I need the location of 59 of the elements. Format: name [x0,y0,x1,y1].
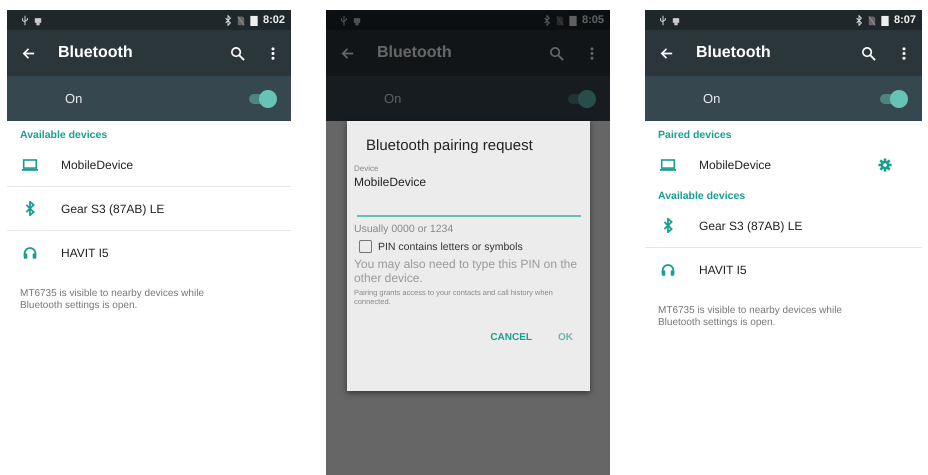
back-icon[interactable] [659,46,674,60]
pin-hint: Usually 0000 or 1234 [354,223,454,235]
device-name: MobileDevice [61,158,134,172]
headphones-icon [659,262,677,277]
settings-icon[interactable] [878,158,892,172]
search-icon[interactable] [861,46,876,60]
toggle-label: On [703,91,722,106]
visibility-note: MT6735 is visible to nearby devices while Bluetooth settings is open. [658,305,843,329]
clock: 8:02 [262,14,285,26]
bluetooth-icon [854,14,863,26]
device-name: Gear S3 (87AB) LE [699,218,804,232]
visibility-note: MT6735 is visible to nearby devices while Bluetooth settings is open. [20,288,205,312]
more-options-icon[interactable] [271,46,275,60]
search-icon[interactable] [230,46,245,60]
device-name: MobileDevice [699,158,772,172]
section-header: Paired devices [657,128,733,143]
toggle-label: On [384,91,402,106]
device-row[interactable]: MobileDevice [7,143,291,187]
device-name: HAVIT I5 [61,246,110,260]
device-row[interactable]: HAVIT I5 [7,231,291,274]
checkbox-label: PIN contains letters or symbols [378,240,523,252]
section-header: Available devices [19,128,108,143]
laptop-icon [21,157,39,172]
no-sim-icon [236,14,245,26]
bluetooth-switch[interactable] [878,90,908,108]
usb-icon [21,14,29,26]
no-sim-icon [556,14,564,26]
bluetooth-icon [224,14,232,26]
app-bar-title: Bluetooth [58,44,134,62]
dialog-title: Bluetooth pairing request [365,137,534,154]
toggle-label: On [65,91,84,106]
app-bar-title: Bluetooth [377,44,453,62]
battery-icon [568,14,577,26]
no-sim-icon [868,14,876,26]
bluetooth-icon [542,14,551,26]
battery-icon [880,14,889,26]
bluetooth-switch[interactable] [247,90,277,108]
back-icon[interactable] [21,46,36,60]
usb-icon [340,14,348,26]
device-name: HAVIT I5 [699,262,748,276]
battery-icon [250,14,258,26]
device-row[interactable]: MobileDevice [645,143,922,186]
headphones-icon [21,245,39,260]
app-bar-title: Bluetooth [696,44,772,62]
clock: 8:07 [894,14,916,26]
dialog-message: You may also need to type this PIN on the other device. [354,258,578,286]
device-row[interactable]: HAVIT I5 [645,248,922,291]
checkbox[interactable] [359,240,372,253]
device-name: Gear S3 (87AB) LE [61,202,166,216]
device-name: MobileDevice [354,175,428,189]
clock: 8:05 [582,14,604,26]
section-header: Available devices [657,189,746,204]
bluetooth-switch[interactable] [566,90,596,108]
device-row[interactable]: Gear S3 (87AB) LE [645,204,922,248]
usb-icon [659,14,667,26]
field-label: Device [354,164,380,173]
more-options-icon[interactable] [902,46,906,60]
laptop-icon [659,157,677,172]
device-row[interactable]: Gear S3 (87AB) LE [7,187,291,231]
